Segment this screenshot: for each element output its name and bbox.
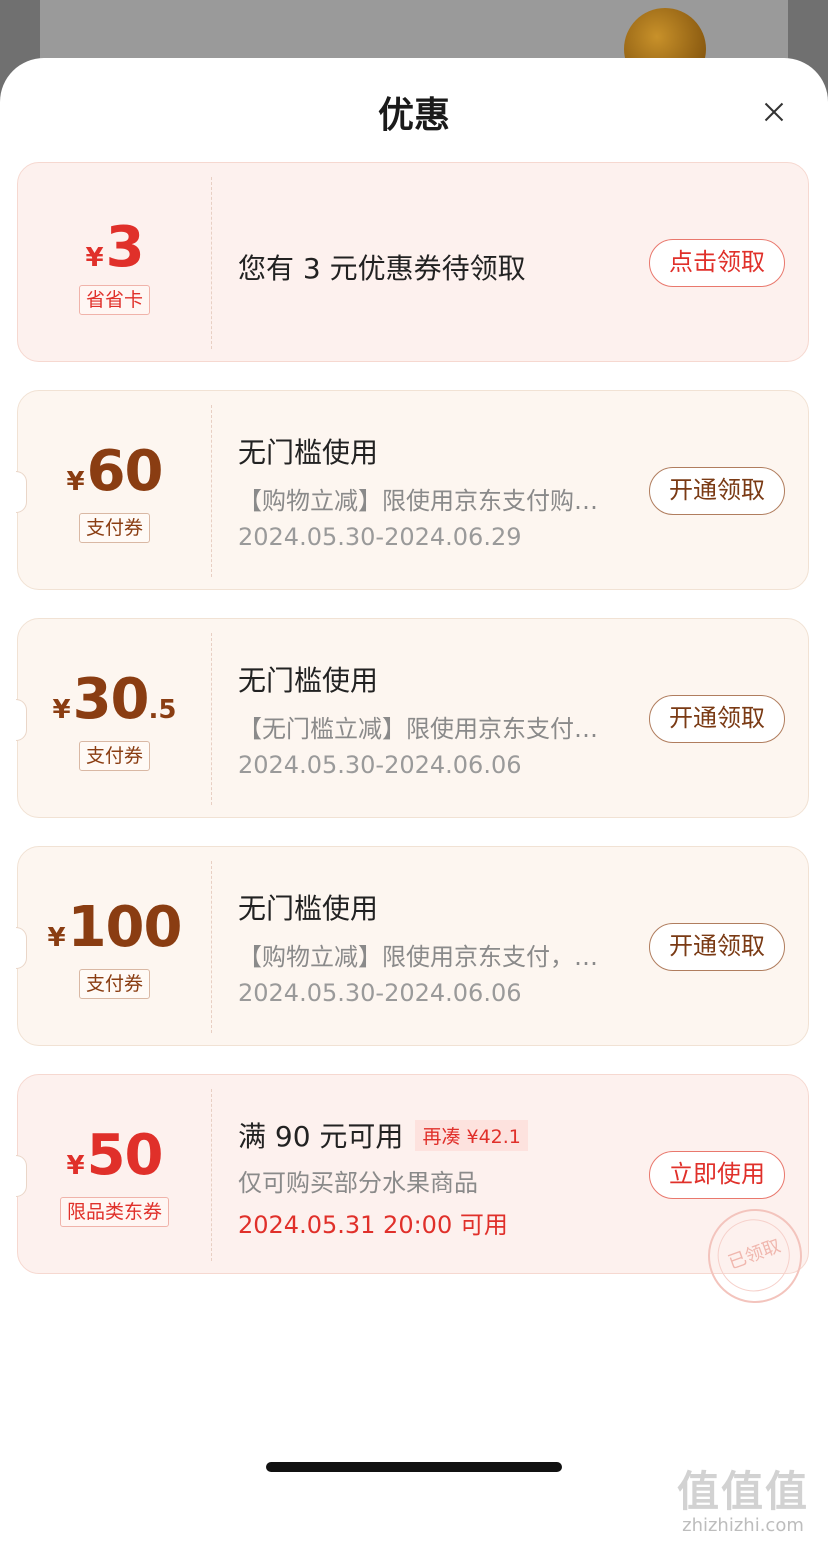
coupon-tag-label: 限品类东券 <box>59 1197 169 1227</box>
coupon-available-time: 2024.05.31 20:00 可用 <box>238 1211 508 1239</box>
coupon-tag-label: 省省卡 <box>78 285 150 315</box>
coupon-amount: ¥30.5 <box>18 667 211 732</box>
coupon-tag: 支付券 <box>18 513 211 543</box>
activate-claim-button[interactable]: 开通领取 <box>649 695 785 743</box>
close-icon[interactable] <box>760 98 788 126</box>
currency-symbol: ¥ <box>52 695 71 725</box>
currency-symbol: ¥ <box>85 243 104 273</box>
coupon-tag-label: 支付券 <box>78 741 150 771</box>
amount-value: 30 <box>72 667 150 732</box>
currency-symbol: ¥ <box>47 923 66 953</box>
coupon-amount: ¥60 <box>18 439 211 504</box>
coupon-title: 满 90 元可用 <box>238 1120 404 1153</box>
coupon-card-payment-100[interactable]: ¥100 支付券 无门槛使用 【购物立减】限使用京东支付，… 2024.05.3… <box>16 846 809 1046</box>
amount-value: 3 <box>105 215 145 280</box>
coupon-tag: 支付券 <box>18 741 211 771</box>
add-more-badge: 再凑 ¥42.1 <box>415 1120 528 1151</box>
claimed-stamp: 已领取 <box>694 1195 816 1317</box>
amount-decimal: .5 <box>148 695 177 725</box>
currency-symbol: ¥ <box>66 1151 85 1181</box>
activate-claim-button[interactable]: 开通领取 <box>649 467 785 515</box>
coupon-tag: 省省卡 <box>18 285 211 315</box>
coupon-title: 无门槛使用 <box>238 892 379 925</box>
amount-value: 100 <box>67 895 183 960</box>
coupon-date: 2024.05.30-2024.06.29 <box>238 523 522 551</box>
coupon-date: 2024.05.30-2024.06.06 <box>238 979 522 1007</box>
sheet-title: 优惠 <box>377 95 450 136</box>
coupon-divider <box>211 861 212 1033</box>
coupon-amount: ¥3 <box>18 215 211 280</box>
use-now-button[interactable]: 立即使用 <box>649 1151 785 1199</box>
coupon-tag-label: 支付券 <box>78 969 150 999</box>
watermark: 值值值 zhizhizhi.com <box>668 1458 818 1536</box>
watermark-site: zhizhizhi.com <box>682 1515 804 1536</box>
coupon-card-category-50[interactable]: ¥50 限品类东券 满 90 元可用 再凑 ¥42.1 仅可购买部分水果商品 20… <box>16 1074 816 1317</box>
coupon-divider <box>211 1089 212 1261</box>
coupon-description: 【购物立减】限使用京东支付购… <box>238 487 598 515</box>
coupon-title: 您有 3 元优惠券待领取 <box>238 252 526 285</box>
coupon-tag: 限品类东券 <box>18 1197 211 1227</box>
amount-value: 60 <box>86 439 164 504</box>
coupon-card-payment-30-5[interactable]: ¥30.5 支付券 无门槛使用 【无门槛立减】限使用京东支付… 2024.05.… <box>16 618 809 818</box>
coupon-sheet: 优惠 ¥3 省省卡 您有 3 元优惠券待领取 点击领取 ¥60 支付券 无门槛使… <box>0 58 828 1548</box>
coupon-description: 仅可购买部分水果商品 <box>238 1169 478 1197</box>
claim-button[interactable]: 点击领取 <box>649 239 785 287</box>
amount-value: 50 <box>86 1123 164 1188</box>
coupon-tag-label: 支付券 <box>78 513 150 543</box>
coupon-amount: ¥100 <box>18 895 211 960</box>
home-indicator[interactable] <box>266 1462 562 1472</box>
coupon-divider <box>211 177 212 349</box>
activate-claim-button[interactable]: 开通领取 <box>649 923 785 971</box>
currency-symbol: ¥ <box>66 467 85 497</box>
coupon-amount: ¥50 <box>18 1123 211 1188</box>
coupon-title-row: 满 90 元可用 再凑 ¥42.1 <box>238 1115 528 1155</box>
coupon-description: 【购物立减】限使用京东支付，… <box>238 943 598 971</box>
coupon-tag: 支付券 <box>18 969 211 999</box>
coupon-title: 无门槛使用 <box>238 436 379 469</box>
coupon-divider <box>211 405 212 577</box>
coupon-divider <box>211 633 212 805</box>
coupon-title: 无门槛使用 <box>238 664 379 697</box>
coupon-card-shengshengka[interactable]: ¥3 省省卡 您有 3 元优惠券待领取 点击领取 <box>17 162 809 362</box>
coupon-card-payment-60[interactable]: ¥60 支付券 无门槛使用 【购物立减】限使用京东支付购… 2024.05.30… <box>16 390 809 590</box>
watermark-logo: 值值值 <box>676 1467 809 1516</box>
coupon-description: 【无门槛立减】限使用京东支付… <box>238 715 598 743</box>
coupon-date: 2024.05.30-2024.06.06 <box>238 751 522 779</box>
